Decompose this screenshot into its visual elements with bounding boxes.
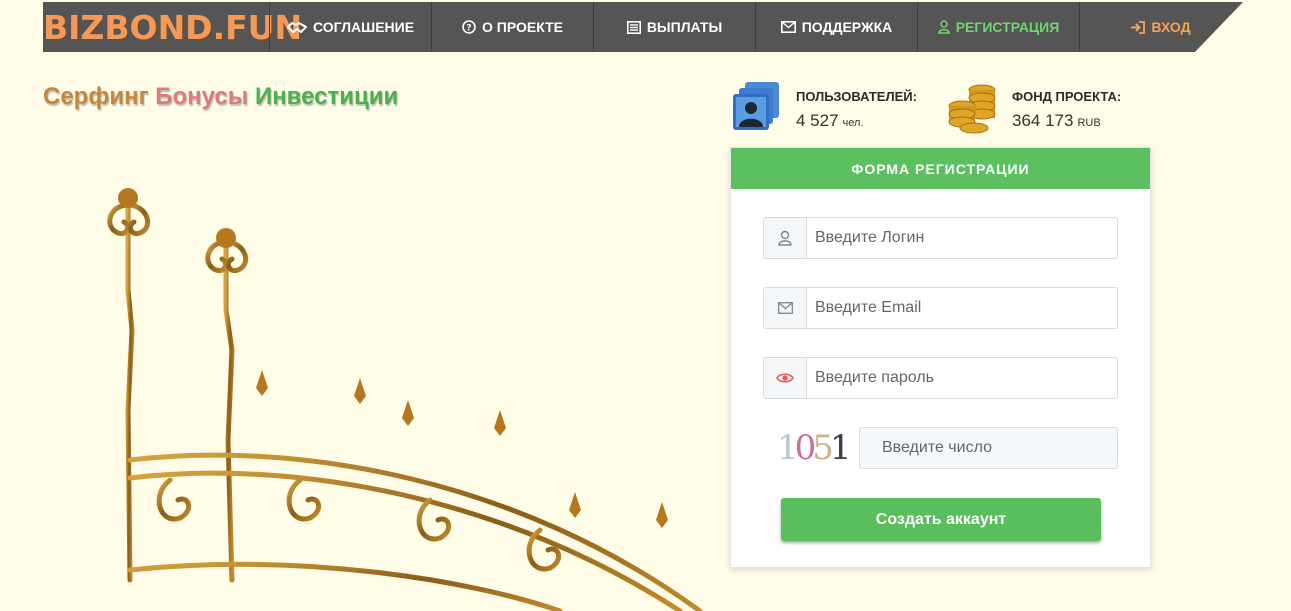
top-navigation: BIZBOND.FUN СОГЛАШЕНИЕ ? О ПРОЕКТЕ ВЫПЛА… — [43, 2, 1243, 52]
users-count: 4 527 — [796, 111, 839, 130]
user-icon — [778, 230, 792, 246]
login-field[interactable] — [763, 217, 1118, 259]
fund-unit: RUB — [1077, 117, 1101, 129]
nav-item-agreement[interactable]: СОГЛАШЕНИЕ — [269, 2, 431, 52]
captcha-image: 1 0 5 1 — [777, 427, 852, 469]
users-label: ПОЛЬЗОВАТЕЛЕЙ: — [796, 89, 917, 104]
create-account-button[interactable]: Создать аккаунт — [781, 498, 1101, 541]
nav-item-label: ВХОД — [1151, 19, 1191, 35]
captcha-digit: 0 — [794, 428, 817, 468]
password-toggle[interactable] — [764, 358, 807, 398]
email-field[interactable] — [763, 287, 1118, 329]
envelope-icon — [780, 21, 796, 33]
envelope-icon — [777, 302, 793, 314]
handshake-icon — [286, 21, 307, 34]
nav-item-label: О ПРОЕКТЕ — [481, 19, 563, 35]
login-addon — [764, 218, 807, 258]
nav-item-label: ВЫПЛАТЫ — [646, 19, 723, 35]
nav-item-login[interactable]: ВХОД — [1079, 2, 1241, 52]
captcha-input[interactable] — [860, 428, 1117, 468]
login-input[interactable] — [807, 218, 1117, 258]
nav-item-payouts[interactable]: ВЫПЛАТЫ — [593, 2, 755, 52]
users-icon — [733, 82, 779, 130]
nav-item-label: СОГЛАШЕНИЕ — [312, 19, 415, 35]
eye-icon — [776, 373, 794, 383]
fund-amount: 364 173 — [1012, 111, 1074, 130]
nav-item-label: ПОДДЕРЖКА — [801, 19, 893, 35]
captcha-row: 1 0 5 1 — [763, 427, 1118, 469]
coins-icon — [948, 84, 996, 134]
bridge-illustration — [107, 188, 703, 611]
user-icon — [937, 20, 950, 34]
form-title: ФОРМА РЕГИСТРАЦИИ — [731, 148, 1150, 189]
users-value: 4 527 чел. — [796, 111, 864, 131]
password-field[interactable] — [763, 357, 1118, 399]
captcha-field[interactable] — [859, 427, 1118, 469]
list-icon — [626, 20, 641, 34]
nav-item-label: РЕГИСТРАЦИЯ — [955, 19, 1060, 35]
sign-in-icon — [1131, 20, 1146, 34]
tagline: Серфинг Бонусы Инвестиции — [43, 83, 398, 111]
question-circle-icon: ? — [462, 20, 476, 34]
registration-form: ФОРМА РЕГИСТРАЦИИ 1 0 5 1 Создать аккаун… — [730, 147, 1151, 568]
tagline-investments: Инвестиции — [254, 83, 399, 110]
tagline-bonuses: Бонусы — [155, 83, 249, 110]
fund-label: ФОНД ПРОЕКТА: — [1012, 89, 1122, 104]
svg-text:?: ? — [466, 24, 471, 34]
email-input[interactable] — [807, 288, 1117, 328]
captcha-digit: 1 — [777, 428, 799, 468]
captcha-digit: 5 — [812, 428, 834, 468]
tagline-surfing: Серфинг — [43, 83, 149, 110]
site-logo[interactable]: BIZBOND.FUN — [43, 2, 302, 52]
captcha-digit: 1 — [829, 428, 852, 468]
password-input[interactable] — [807, 358, 1117, 398]
nav-menu: СОГЛАШЕНИЕ ? О ПРОЕКТЕ ВЫПЛАТЫ ПОДДЕРЖКА… — [269, 2, 1241, 52]
email-addon — [764, 288, 807, 328]
nav-item-support[interactable]: ПОДДЕРЖКА — [755, 2, 917, 52]
nav-item-about[interactable]: ? О ПРОЕКТЕ — [431, 2, 593, 52]
users-unit: чел. — [842, 117, 864, 129]
nav-item-registration[interactable]: РЕГИСТРАЦИЯ — [917, 2, 1079, 52]
fund-value: 364 173 RUB — [1012, 111, 1101, 131]
